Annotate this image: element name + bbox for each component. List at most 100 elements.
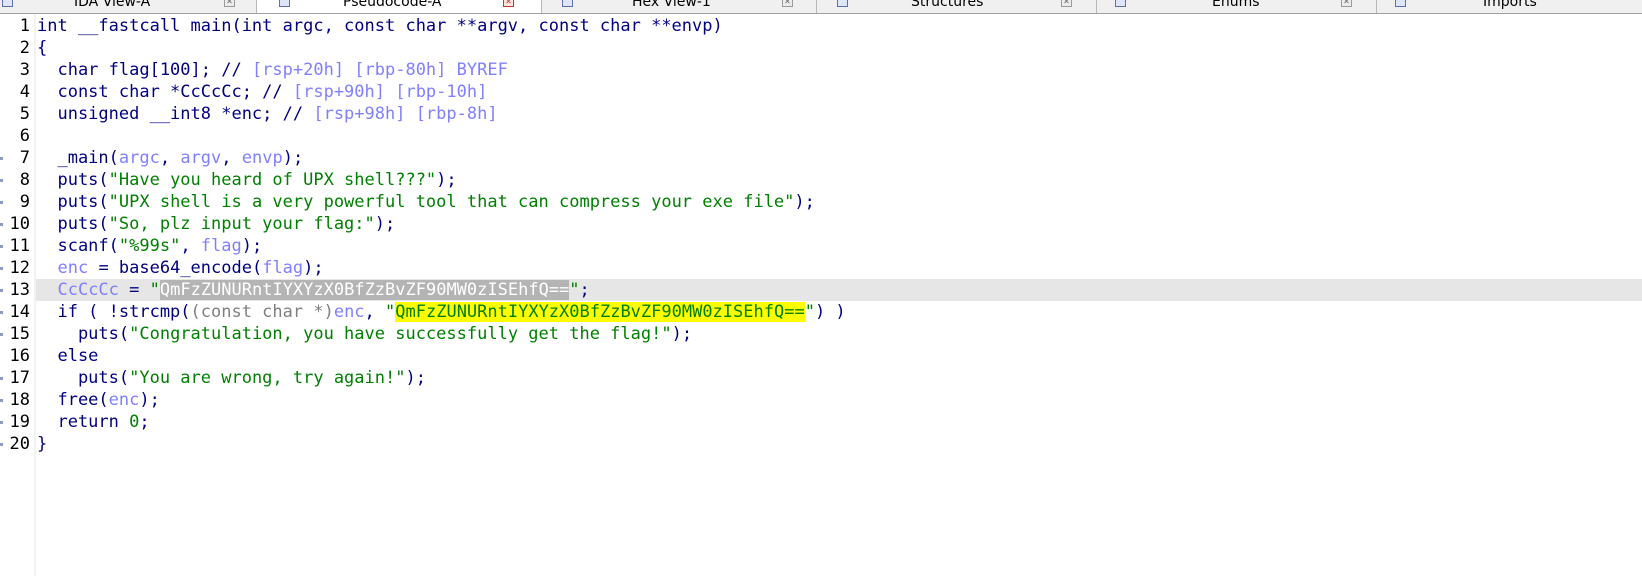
code-line[interactable]: 17 puts("You are wrong, try again!"); — [0, 367, 1642, 389]
string-literal: " — [569, 280, 580, 300]
code-line[interactable]: 11 scanf("%99s", flag); — [0, 235, 1642, 257]
code-line[interactable]: 4 const char *CcCcCc; // [rsp+90h] [rbp-… — [0, 81, 1642, 103]
tab-enums[interactable]: Enums ✕ — [1097, 0, 1377, 13]
code-line[interactable]: 5 unsigned __int8 *enc; // [rsp+98h] [rb… — [0, 103, 1642, 125]
tab-ida-view-a[interactable]: IDA View-A ✕ — [0, 0, 257, 13]
code-line[interactable]: 3 char flag[100]; // [rsp+20h] [rbp-80h]… — [0, 59, 1642, 81]
search-highlight: QmFzZUNURntIYXYzX0BfZzBvZF90MW0zISEhfQ== — [395, 302, 805, 322]
tab-pseudocode-a[interactable]: Pseudocode-A ✕ — [257, 0, 542, 13]
code-text[interactable]: return 0; — [37, 411, 149, 433]
code-token: unsigned __int8 *enc; // — [37, 104, 314, 124]
code-token: { — [37, 38, 48, 58]
breakpoint-marker — [0, 421, 3, 424]
line-number: 3 — [19, 60, 30, 80]
code-text[interactable]: scanf("%99s", flag); — [37, 235, 262, 257]
tab-label: IDA View-A — [74, 0, 151, 10]
tab-hex-view-1[interactable]: Hex View-1 ✕ — [542, 0, 817, 13]
code-text[interactable]: puts("So, plz input your flag:"); — [37, 213, 395, 235]
code-token: , — [364, 302, 386, 322]
breakpoint-marker — [0, 443, 3, 446]
line-number: 10 — [9, 214, 30, 234]
line-number: 15 — [9, 324, 30, 344]
code-text[interactable]: const char *CcCcCc; // [rsp+90h] [rbp-10… — [37, 81, 487, 103]
variable-token: flag — [200, 236, 242, 256]
variable-token: CcCcCc — [57, 280, 119, 300]
line-number: 18 — [9, 390, 30, 410]
ida-pseudocode-window: IDA View-A ✕ Pseudocode-A ✕ Hex View-1 ✕… — [0, 0, 1642, 576]
code-token: ); — [241, 236, 263, 256]
code-line[interactable]: 16 else — [0, 345, 1642, 367]
code-token: ); — [139, 390, 160, 410]
code-line[interactable]: 7 _main(argc, argv, envp); — [0, 147, 1642, 169]
code-token: = base64_encode( — [88, 258, 263, 278]
disassembly-icon — [2, 0, 13, 7]
code-text[interactable]: int __fastcall main(int argc, const char… — [37, 15, 723, 37]
code-line[interactable]: 8 puts("Have you heard of UPX shell???")… — [0, 169, 1642, 191]
tab-imports[interactable]: Imports — [1377, 0, 1642, 13]
code-text[interactable]: _main(argc, argv, envp); — [37, 147, 303, 169]
pseudocode-editor[interactable]: 1 int __fastcall main(int argc, const cha… — [0, 15, 1642, 455]
code-text[interactable]: puts("You are wrong, try again!"); — [37, 367, 426, 389]
code-line[interactable]: 1 int __fastcall main(int argc, const cha… — [0, 15, 1642, 37]
tab-label: Structures — [911, 0, 984, 10]
code-token: return — [37, 412, 130, 432]
code-token: ); — [436, 170, 457, 190]
code-token: } — [37, 434, 48, 454]
variable-token: argc — [118, 148, 160, 168]
line-number: 9 — [19, 192, 30, 212]
numeric-literal: 0 — [129, 412, 140, 432]
variable-token: flag — [262, 258, 304, 278]
close-icon[interactable]: ✕ — [782, 0, 793, 7]
code-token: ); — [374, 214, 396, 234]
code-line[interactable]: 14 if ( !strcmp((const char *)enc, "QmFz… — [0, 301, 1642, 323]
code-text[interactable]: else — [37, 345, 98, 367]
code-line[interactable]: 9 puts("UPX shell is a very powerful too… — [0, 191, 1642, 213]
close-icon[interactable]: ✕ — [224, 0, 235, 7]
code-text[interactable]: puts("Congratulation, you have successfu… — [37, 323, 692, 345]
variable-token: enc — [333, 302, 365, 322]
imports-icon — [1395, 0, 1406, 7]
code-line[interactable]: 19 return 0; — [0, 411, 1642, 433]
variable-token: argv — [180, 148, 222, 168]
code-text[interactable]: } — [37, 433, 47, 455]
code-token: ) ) — [814, 302, 846, 322]
breakpoint-marker — [0, 289, 3, 292]
code-text[interactable]: enc = base64_encode(flag); — [37, 257, 323, 279]
code-line[interactable]: 10 puts("So, plz input your flag:"); — [0, 213, 1642, 235]
close-icon[interactable]: ✕ — [503, 0, 514, 7]
code-line[interactable]: 6 — [0, 125, 1642, 147]
code-line[interactable]: 15 puts("Congratulation, you have succes… — [0, 323, 1642, 345]
stack-offset-comment: [rsp+98h] [rbp-8h] — [313, 104, 498, 124]
code-text[interactable]: if ( !strcmp((const char *)enc, "QmFzZUN… — [37, 301, 846, 323]
code-line[interactable]: 2{ — [0, 37, 1642, 59]
string-literal: "So, plz input your flag:" — [108, 214, 375, 234]
code-token: puts( — [37, 214, 109, 234]
variable-token: enc — [57, 258, 89, 278]
line-number: 20 — [9, 434, 30, 454]
code-token: , — [180, 236, 201, 256]
code-token: const char *CcCcCc; // — [37, 82, 293, 102]
tab-structures[interactable]: Structures ✕ — [817, 0, 1097, 13]
structures-icon — [837, 0, 848, 7]
tab-label: Imports — [1483, 0, 1537, 10]
code-text[interactable]: puts("UPX shell is a very powerful tool … — [37, 191, 814, 213]
code-text[interactable]: unsigned __int8 *enc; // [rsp+98h] [rbp-… — [37, 103, 498, 125]
code-text[interactable]: CcCcCc = "QmFzZUNURntIYXYzX0BfZzBvZF90MW… — [37, 279, 590, 301]
code-line[interactable]: 13 CcCcCc = "QmFzZUNURntIYXYzX0BfZzBvZF9… — [0, 279, 1642, 301]
code-text[interactable]: puts("Have you heard of UPX shell???"); — [37, 169, 457, 191]
code-text[interactable]: char flag[100]; // [rsp+20h] [rbp-80h] B… — [37, 59, 507, 81]
close-icon[interactable]: ✕ — [1341, 0, 1352, 7]
line-number: 6 — [19, 126, 30, 146]
code-token: scanf( — [37, 236, 119, 256]
type-cast: (const char *) — [190, 302, 334, 322]
close-icon[interactable]: ✕ — [1061, 0, 1072, 7]
code-line[interactable]: 20} — [0, 433, 1642, 455]
code-text[interactable]: free(enc); — [37, 389, 160, 411]
line-number: 5 — [19, 104, 30, 124]
code-line[interactable]: 18 free(enc); — [0, 389, 1642, 411]
code-line[interactable]: 12 enc = base64_encode(flag); — [0, 257, 1642, 279]
variable-token: enc — [108, 390, 140, 410]
line-number: 4 — [19, 82, 30, 102]
code-text[interactable]: { — [37, 37, 47, 59]
breakpoint-marker — [0, 399, 3, 402]
